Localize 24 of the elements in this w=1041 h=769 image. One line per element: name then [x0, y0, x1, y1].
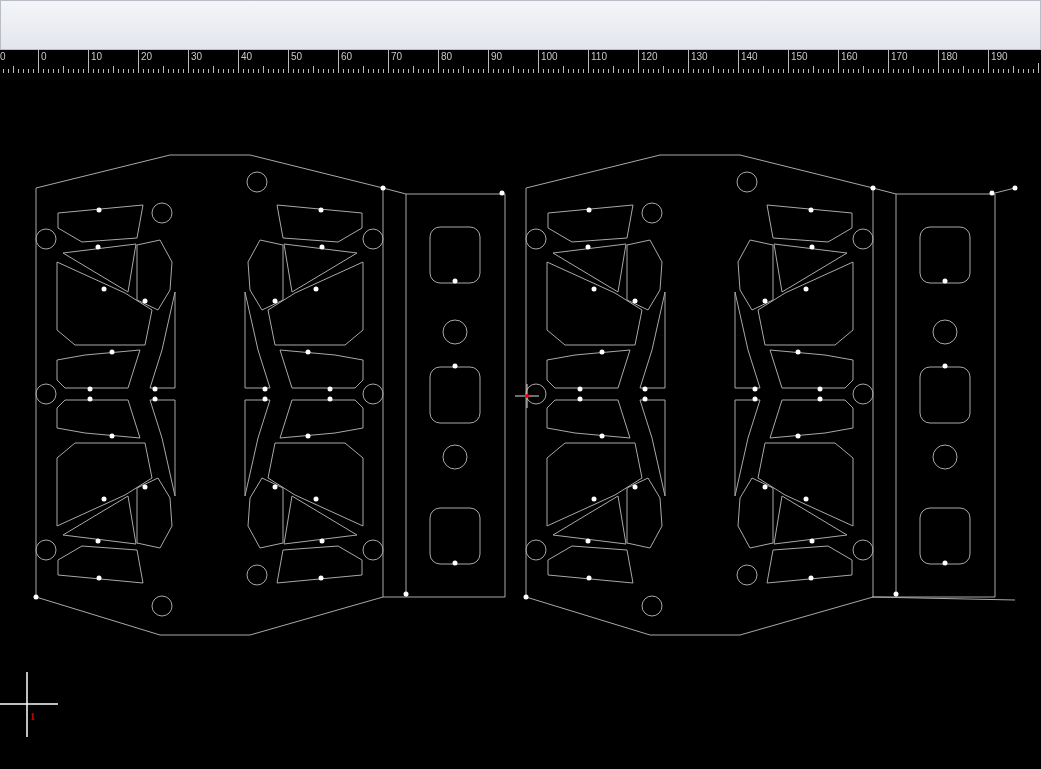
ruler-label: 30 [188, 50, 238, 63]
ruler-label: 0 [38, 50, 88, 63]
origin-label: 1 [30, 710, 36, 722]
ruler-label: 60 [338, 50, 388, 63]
ruler-label: 10 [88, 50, 138, 63]
ruler-label: 40 [238, 50, 288, 63]
ruler-label: 20 [138, 50, 188, 63]
ruler-label: 140 [738, 50, 788, 63]
ruler-label: 50 [288, 50, 338, 63]
ruler-label: 180 [938, 50, 988, 63]
ruler-label: 70 [388, 50, 438, 63]
ruler-label: 90 [488, 50, 538, 63]
ruler-label: 160 [838, 50, 888, 63]
origin-crosshair-icon [0, 672, 58, 737]
ruler-label: 150 [788, 50, 838, 63]
ruler-label: 80 [438, 50, 488, 63]
ruler-label: 100 [538, 50, 588, 63]
ruler-label: 170 [888, 50, 938, 63]
ruler-label: 0 [0, 50, 7, 63]
ruler-label: 120 [638, 50, 688, 63]
ruler-label: 190 [988, 50, 1038, 63]
ruler-label: 130 [688, 50, 738, 63]
ruler-label: 110 [588, 50, 638, 63]
crosshair-icon [515, 384, 539, 408]
